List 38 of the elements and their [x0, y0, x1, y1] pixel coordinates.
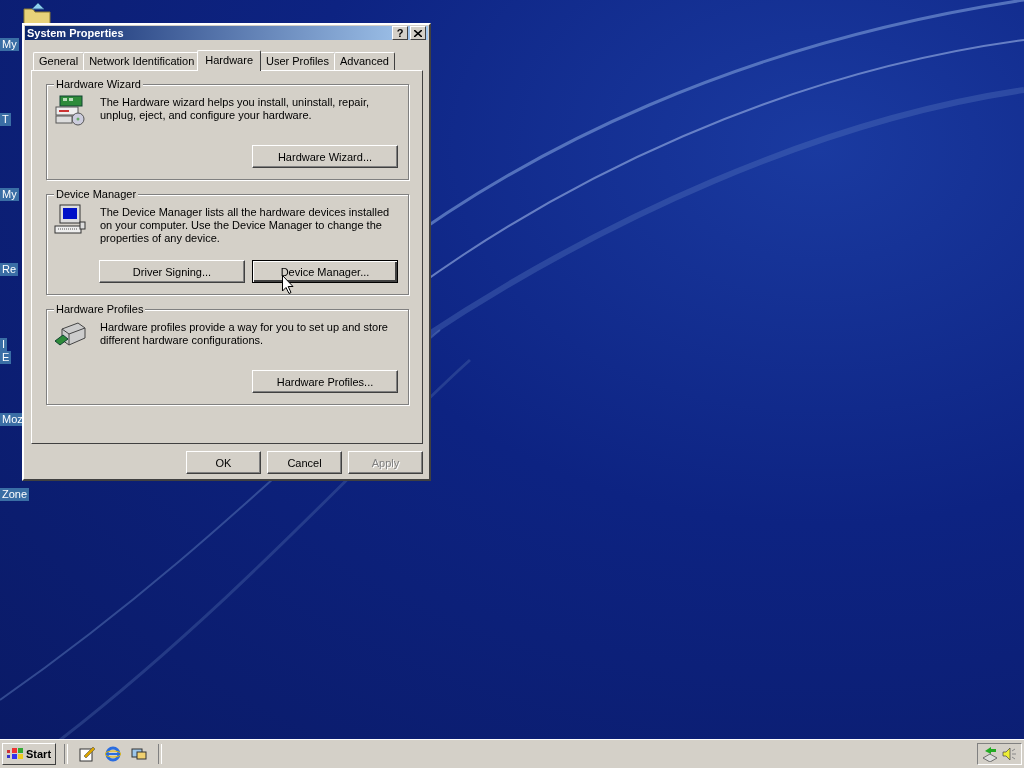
- icon-label[interactable]: My: [0, 38, 19, 51]
- group-title: Hardware Profiles: [54, 303, 146, 316]
- browser-icon[interactable]: [105, 746, 122, 762]
- cursor-icon: [282, 275, 294, 294]
- action-button[interactable]: Driver Signing...: [99, 260, 245, 283]
- help-button[interactable]: ?: [392, 26, 408, 40]
- notepad-icon[interactable]: [79, 746, 96, 762]
- icon-label[interactable]: Zone: [0, 488, 30, 501]
- computer-icon: [54, 204, 86, 236]
- group-title: Device Manager: [54, 188, 139, 201]
- tab[interactable]: Advanced: [333, 52, 395, 70]
- group-title: Hardware Wizard: [54, 78, 143, 91]
- icon-label[interactable]: T: [0, 113, 11, 126]
- start-button[interactable]: Start: [2, 743, 57, 765]
- window-title: System Properties: [27, 27, 124, 39]
- description-text: The Hardware wizard helps you install, uninstall, repair, unplug, eject, and configure your hardware.: [100, 96, 371, 123]
- icon-label[interactable]: I: [0, 338, 8, 351]
- speaker-icon[interactable]: [1001, 746, 1017, 762]
- tab[interactable]: General: [33, 52, 85, 70]
- action-button[interactable]: Device Manager...: [252, 260, 398, 283]
- close-icon: [414, 29, 422, 37]
- dialog-button[interactable]: Cancel: [267, 451, 342, 474]
- close-button[interactable]: [410, 26, 426, 40]
- action-button[interactable]: Hardware Profiles...: [252, 370, 398, 393]
- desktop-switch-icon[interactable]: [131, 746, 148, 762]
- folder-icon[interactable]: [22, 3, 52, 25]
- description-text: The Device Manager lists all the hardware devices installed on your computer. Use the Device Manager to change the properties of any device.: [100, 206, 391, 245]
- action-button[interactable]: Hardware Wizard...: [252, 145, 398, 168]
- dialog-button[interactable]: OK: [186, 451, 261, 474]
- windows-logo-icon: [7, 747, 23, 761]
- description-text: Hardware profiles provide a way for you to set up and store different hardware configurations.: [100, 321, 389, 348]
- hardware-icon: [54, 94, 86, 126]
- tab[interactable]: Hardware: [197, 50, 261, 71]
- icon-label[interactable]: My: [0, 188, 19, 201]
- icon-label[interactable]: Moz: [0, 413, 25, 426]
- icon-label[interactable]: Re: [0, 263, 19, 276]
- network-icon[interactable]: [982, 746, 998, 762]
- icon-label[interactable]: E: [0, 351, 12, 364]
